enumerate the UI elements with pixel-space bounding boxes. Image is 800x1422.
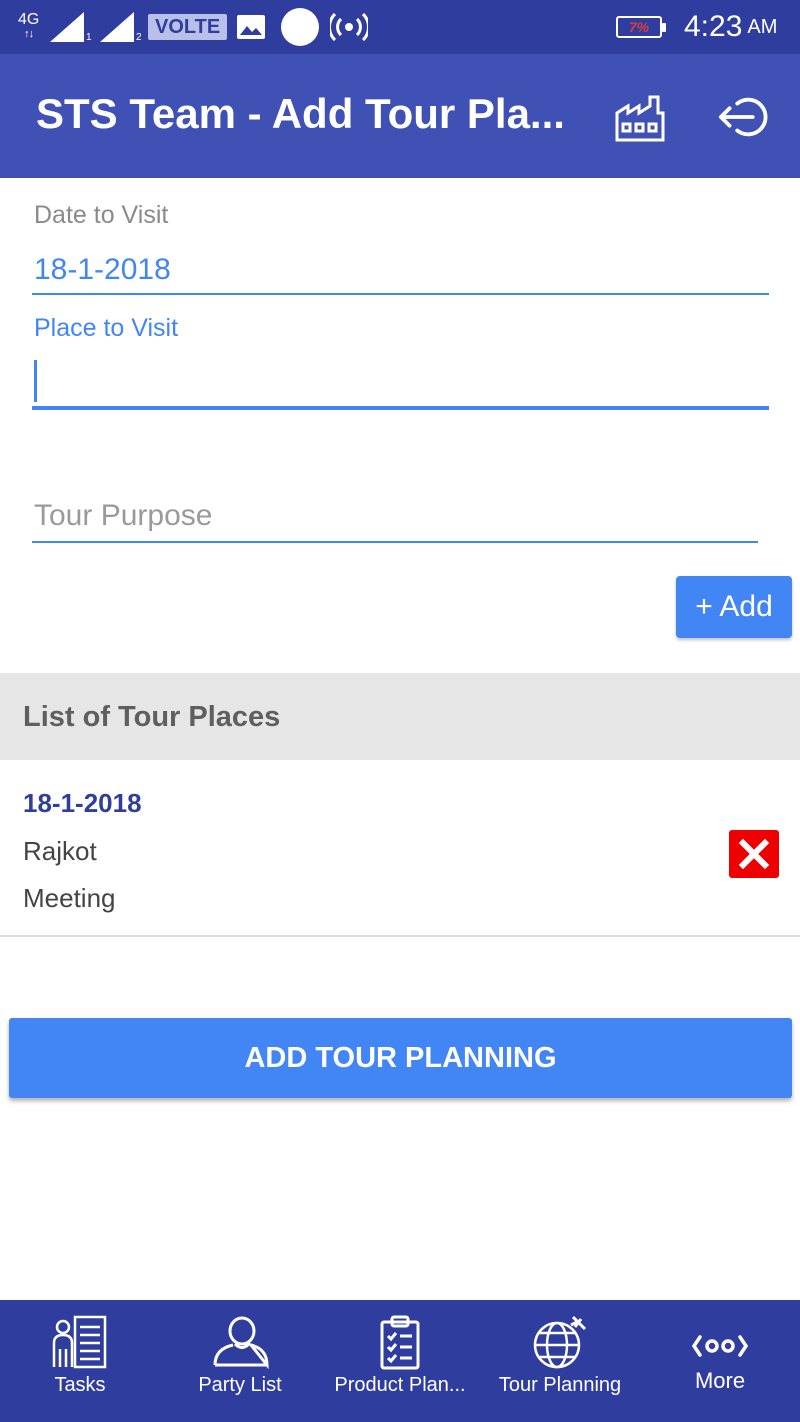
- clock-time: 4:23: [684, 10, 743, 43]
- product-plan-icon: [370, 1312, 430, 1372]
- list-header-title: List of Tour Places: [23, 701, 281, 733]
- nav-item-product-plan[interactable]: Product Plan...: [320, 1300, 480, 1422]
- party-list-icon: [210, 1312, 270, 1372]
- clock-ampm: AM: [747, 15, 778, 38]
- delete-item-button[interactable]: [729, 830, 779, 878]
- hotspot-icon: [330, 0, 368, 54]
- gallery-notification-icon: [236, 0, 266, 54]
- clock: 4:23 AM: [684, 0, 777, 54]
- date-to-visit-label: Date to Visit: [34, 201, 169, 229]
- battery-icon: 7%: [616, 16, 666, 38]
- nav-label-tour-planning: Tour Planning: [498, 1374, 622, 1396]
- network-type-label: 4G: [18, 11, 40, 28]
- list-item: 18-1-2018 Rajkot Meeting: [0, 760, 800, 937]
- factory-icon[interactable]: [613, 90, 667, 144]
- nav-label-more: More: [694, 1368, 746, 1393]
- date-to-visit-field[interactable]: 18-1-2018: [34, 253, 171, 287]
- date-field-underline: [32, 293, 769, 295]
- tasks-icon: [50, 1312, 110, 1372]
- more-icon: [690, 1316, 750, 1376]
- nav-item-tasks[interactable]: Tasks: [0, 1300, 160, 1422]
- tour-planning-icon: [530, 1312, 590, 1372]
- battery-level: 7%: [628, 19, 650, 35]
- purpose-field-underline: [32, 541, 758, 543]
- sim2-label: 2: [136, 32, 142, 43]
- nav-label-product-plan: Product Plan...: [334, 1374, 466, 1396]
- nav-item-tour-planning[interactable]: Tour Planning: [480, 1300, 640, 1422]
- status-bar: 4G ↑↓ 1 2 VOLTE 7% 4:23 AM: [0, 0, 800, 54]
- text-cursor: [34, 360, 37, 402]
- place-to-visit-label: Place to Visit: [34, 314, 179, 342]
- app-bar: STS Team - Add Tour Pla...: [0, 54, 800, 178]
- bottom-navigation: Tasks Party List Product Plan... Tour Pl…: [0, 1300, 800, 1422]
- tour-purpose-field[interactable]: Tour Purpose: [34, 499, 212, 533]
- list-header: List of Tour Places: [0, 673, 800, 760]
- add-tour-planning-button[interactable]: ADD TOUR PLANNING: [9, 1018, 792, 1098]
- notification-dot-icon: [281, 8, 319, 46]
- list-item-date: 18-1-2018: [23, 788, 142, 818]
- logout-icon[interactable]: [718, 90, 772, 144]
- place-field-underline: [32, 406, 769, 410]
- list-item-purpose: Meeting: [23, 883, 116, 913]
- signal-sim1-icon: [50, 12, 84, 42]
- nav-label-tasks: Tasks: [54, 1374, 106, 1396]
- page-title: STS Team - Add Tour Pla...: [36, 90, 565, 137]
- data-arrows-icon: ↑↓: [24, 28, 34, 40]
- list-item-place: Rajkot: [23, 836, 97, 866]
- nav-item-party-list[interactable]: Party List: [160, 1300, 320, 1422]
- nav-item-more[interactable]: More: [640, 1300, 800, 1422]
- close-icon: [739, 839, 769, 869]
- network-type-indicator: 4G ↑↓: [18, 0, 39, 54]
- add-place-button[interactable]: + Add: [676, 576, 792, 638]
- volte-badge: VOLTE: [148, 14, 228, 40]
- nav-label-party-list: Party List: [198, 1374, 282, 1396]
- screen: 4G ↑↓ 1 2 VOLTE 7% 4:23 AM STS Team - Ad…: [0, 0, 800, 1422]
- signal-sim2-icon: [100, 12, 134, 42]
- sim1-label: 1: [86, 32, 92, 43]
